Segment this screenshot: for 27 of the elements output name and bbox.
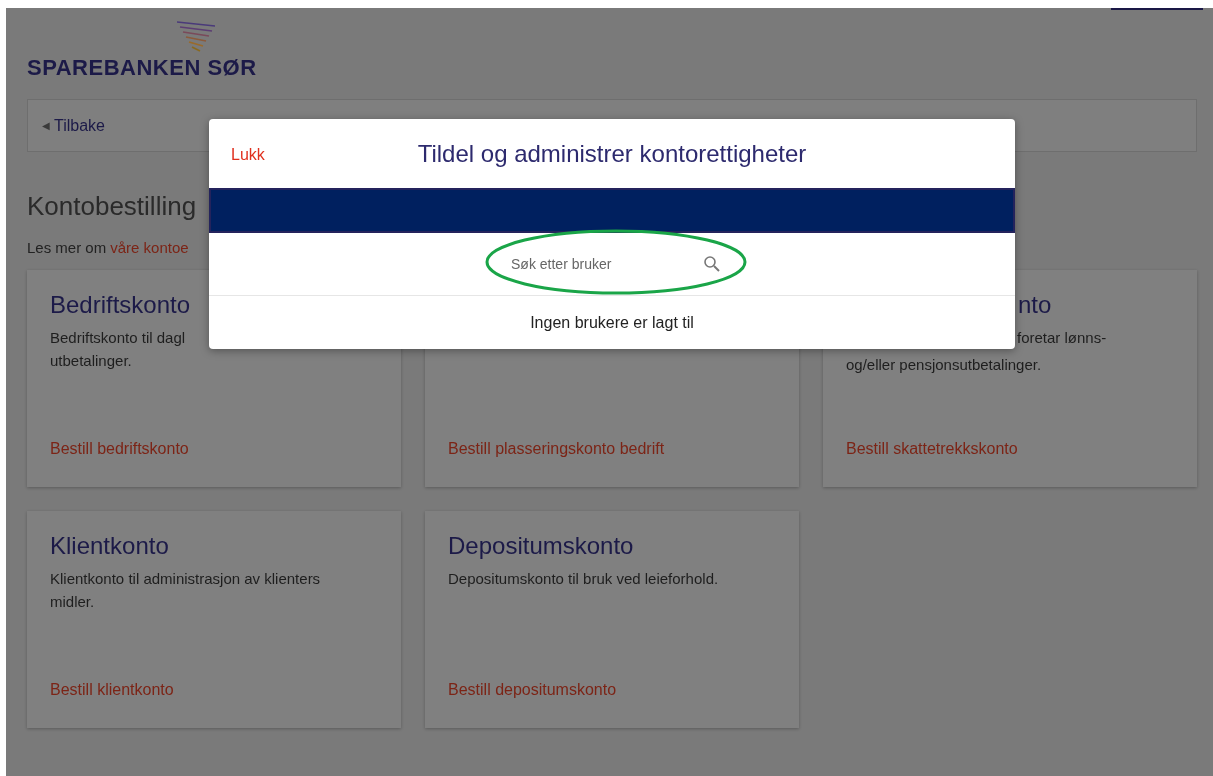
card-description: midler. [50,592,96,612]
card-title: Depositumskonto [448,531,635,561]
card-description: foretar lønns- [1017,328,1108,348]
empty-message: Ingen brukere er lagt til [530,312,694,333]
card-description: utbetalinger. [50,351,133,371]
search-icon [703,255,721,273]
card-description: og/eller pensjonsutbetalinger. [846,355,1043,375]
order-link[interactable]: Bestill skattetrekkskonto [846,437,1018,461]
card-description: Klientkonto til administrasjon av klienters [50,569,322,589]
order-link[interactable]: Bestill bedriftskonto [50,437,189,461]
card-description: Depositumskonto til bruk ved leieforhold. [448,569,720,589]
logo-stripes-icon [175,20,217,54]
logo-text: SPAREBANKEN SØR [27,55,257,81]
card-description: Bedriftskonto til dagl [50,328,187,348]
order-link[interactable]: Bestill plasseringskonto bedrift [448,437,665,461]
card-title: Klientkonto [50,531,170,561]
accounts-link[interactable]: våre kontoe [110,238,189,258]
order-link[interactable]: Bestill klientkonto [50,678,174,702]
card-title: nto [1018,290,1053,320]
intro-text: Les mer om [27,238,107,258]
back-link[interactable]: Tilbake [54,113,105,138]
modal-title: Tildel og administrer kontorettigheter [417,138,807,169]
card-title: Bedriftskonto [50,290,192,320]
back-arrow-icon: ◀ [42,118,50,133]
order-link[interactable]: Bestill depositumskonto [448,678,617,702]
close-button[interactable]: Lukk [231,143,265,167]
page-heading: Kontobestilling [27,190,197,222]
